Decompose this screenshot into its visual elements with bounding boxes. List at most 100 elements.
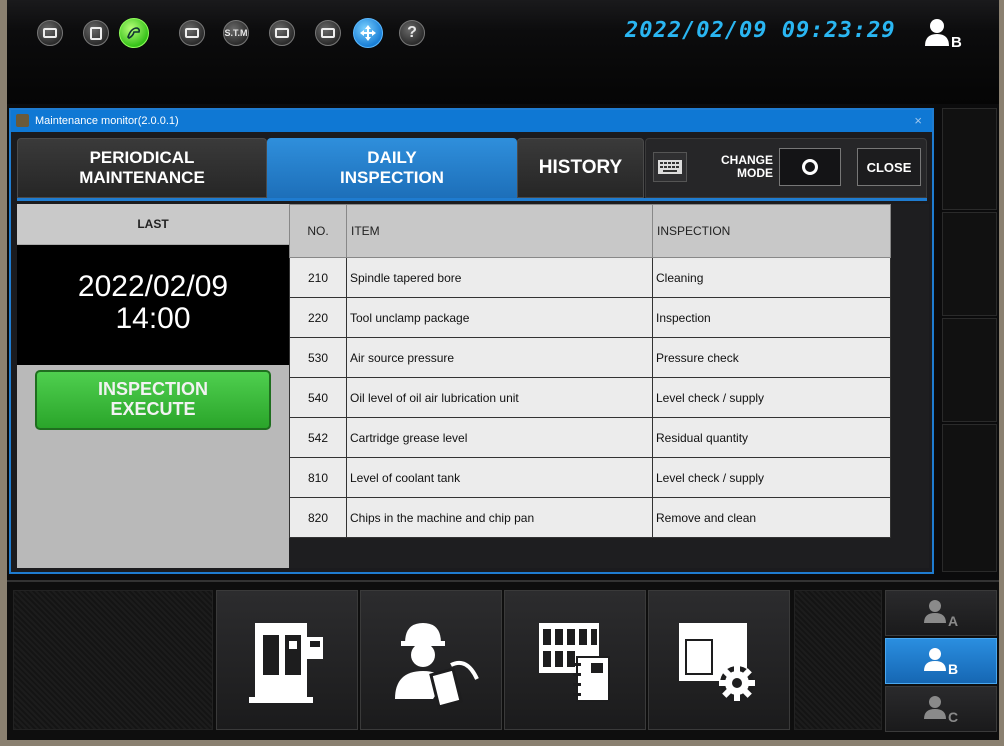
column-header-item: ITEM bbox=[346, 204, 653, 258]
current-user-indicator[interactable]: B bbox=[925, 18, 975, 52]
table-row[interactable]: 220 Tool unclamp package Inspection bbox=[289, 297, 891, 338]
change-mode-button[interactable] bbox=[779, 148, 841, 186]
move-icon[interactable] bbox=[353, 18, 383, 48]
cell-no: 220 bbox=[289, 297, 347, 338]
column-header-no: NO. bbox=[289, 204, 347, 258]
change-mode-line1: CHANGE bbox=[720, 153, 773, 167]
tab-bar: PERIODICAL MAINTENANCE DAILY INSPECTION HI… bbox=[17, 138, 927, 198]
last-date: 2022/02/09 bbox=[77, 270, 229, 303]
table-scrollbar-track[interactable] bbox=[891, 204, 929, 568]
user-switch-letter: A bbox=[948, 613, 959, 629]
clock-display: 2022/02/09 09:23:29 bbox=[625, 18, 896, 43]
dialog-titlebar: Maintenance monitor(2.0.0.1) × bbox=[11, 110, 932, 132]
app-icon bbox=[16, 114, 29, 127]
records-button[interactable] bbox=[504, 590, 646, 730]
cell-item: Spindle tapered bore bbox=[346, 257, 653, 298]
maintenance-monitor-dialog: Maintenance monitor(2.0.0.1) × PERIODICA… bbox=[9, 108, 934, 574]
user-switch-letter: C bbox=[948, 709, 959, 725]
help-icon[interactable]: ? bbox=[399, 20, 425, 46]
tab-label: HISTORY bbox=[538, 157, 623, 178]
table-row[interactable]: 820 Chips in the machine and chip pan Remo… bbox=[289, 497, 891, 538]
cell-item: Oil level of oil air lubrication unit bbox=[346, 377, 653, 418]
keyboard-icon bbox=[658, 160, 682, 174]
user-switch-button[interactable]: A bbox=[885, 590, 997, 636]
user-switch-button[interactable]: C bbox=[885, 686, 997, 732]
cell-inspection: Pressure check bbox=[652, 337, 891, 378]
cell-no: 210 bbox=[289, 257, 347, 298]
cell-inspection: Residual quantity bbox=[652, 417, 891, 458]
tab-label-line1: DAILY bbox=[367, 148, 417, 167]
last-inspection-datetime: 2022/02/09 14:00 bbox=[17, 245, 289, 365]
tab-daily-inspection[interactable]: DAILY INSPECTION bbox=[267, 138, 517, 198]
column-header-inspection: INSPECTION bbox=[652, 204, 891, 258]
stm-icon[interactable]: S.T.M bbox=[223, 20, 249, 46]
binder-icon bbox=[539, 623, 610, 702]
cell-inspection: Level check / supply bbox=[652, 457, 891, 498]
cell-item: Air source pressure bbox=[346, 337, 653, 378]
tab-label-line2: MAINTENANCE bbox=[79, 168, 205, 187]
cell-no: 810 bbox=[289, 457, 347, 498]
tab-underline bbox=[17, 198, 927, 201]
change-mode-line2: MODE bbox=[737, 166, 773, 180]
table-row[interactable]: 210 Spindle tapered bore Cleaning bbox=[289, 257, 891, 298]
inspection-table-area: NO. ITEM INSPECTION 210 Spindle tapered b… bbox=[289, 204, 891, 568]
side-panel-slot bbox=[942, 424, 997, 572]
monitor-icon[interactable] bbox=[269, 20, 295, 46]
machine-button[interactable] bbox=[216, 590, 358, 730]
cell-inspection: Level check / supply bbox=[652, 377, 891, 418]
user-switch-button[interactable]: B bbox=[885, 638, 997, 684]
execute-label-line1: INSPECTION bbox=[97, 379, 208, 399]
user-icon bbox=[924, 696, 946, 719]
user-icon bbox=[924, 648, 946, 671]
table-row[interactable]: 542 Cartridge grease level Residual quanti… bbox=[289, 417, 891, 458]
hand-icon[interactable] bbox=[119, 18, 149, 48]
window-icon[interactable] bbox=[179, 20, 205, 46]
exit-icon[interactable] bbox=[37, 20, 63, 46]
document-icon[interactable] bbox=[83, 20, 109, 46]
dock-texture-panel bbox=[794, 590, 882, 730]
last-time: 14:00 bbox=[115, 302, 191, 335]
table-row[interactable]: 810 Level of coolant tank Level check / su… bbox=[289, 457, 891, 498]
user-icon bbox=[924, 600, 946, 623]
dialog-title: Maintenance monitor(2.0.0.1) bbox=[35, 115, 179, 127]
window-settings-icon bbox=[679, 623, 755, 701]
cell-inspection: Inspection bbox=[652, 297, 891, 338]
cell-item: Tool unclamp package bbox=[346, 297, 653, 338]
maintenance-button[interactable] bbox=[360, 590, 502, 730]
bottom-dock: A B C bbox=[7, 580, 999, 740]
cell-item: Cartridge grease level bbox=[346, 417, 653, 458]
table-header-row: NO. ITEM INSPECTION bbox=[289, 204, 891, 258]
cell-no: 540 bbox=[289, 377, 347, 418]
cell-item: Level of coolant tank bbox=[346, 457, 653, 498]
close-icon[interactable]: × bbox=[914, 110, 922, 132]
cell-no: 820 bbox=[289, 497, 347, 538]
inspection-execute-button[interactable]: INSPECTION EXECUTE bbox=[35, 370, 271, 430]
tab-periodical-maintenance[interactable]: PERIODICAL MAINTENANCE bbox=[17, 138, 267, 198]
tab-label-line1: PERIODICAL bbox=[89, 148, 195, 167]
side-panel-slot bbox=[942, 108, 997, 210]
last-inspection-panel: LAST 2022/02/09 14:00 INSPECTION EXECUTE bbox=[17, 204, 289, 568]
top-toolbar: S.T.M ? 2022/02/09 09:23:29 B bbox=[7, 0, 999, 104]
side-panel-slot bbox=[942, 212, 997, 316]
machine-icon bbox=[249, 623, 323, 703]
circle-icon bbox=[802, 159, 818, 175]
worker-icon bbox=[395, 623, 479, 709]
table-row[interactable]: 540 Oil level of oil air lubrication unit… bbox=[289, 377, 891, 418]
keyboard-button[interactable] bbox=[653, 152, 687, 182]
cell-no: 530 bbox=[289, 337, 347, 378]
cell-inspection: Cleaning bbox=[652, 257, 891, 298]
close-button[interactable]: CLOSE bbox=[857, 148, 921, 186]
current-user-letter: B bbox=[951, 34, 962, 51]
user-switch-letter: B bbox=[948, 661, 959, 677]
tab-history[interactable]: HISTORY bbox=[517, 138, 644, 198]
table-row[interactable]: 530 Air source pressure Pressure check bbox=[289, 337, 891, 378]
execute-label-line2: EXECUTE bbox=[110, 399, 196, 419]
cell-inspection: Remove and clean bbox=[652, 497, 891, 538]
cell-no: 542 bbox=[289, 417, 347, 458]
display-icon[interactable] bbox=[315, 20, 341, 46]
tab-label-line2: INSPECTION bbox=[340, 168, 444, 187]
change-mode-label: CHANGE MODE bbox=[701, 154, 773, 180]
dock-texture-panel bbox=[13, 590, 213, 730]
inspection-table: NO. ITEM INSPECTION 210 Spindle tapered b… bbox=[289, 204, 891, 538]
settings-button[interactable] bbox=[648, 590, 790, 730]
